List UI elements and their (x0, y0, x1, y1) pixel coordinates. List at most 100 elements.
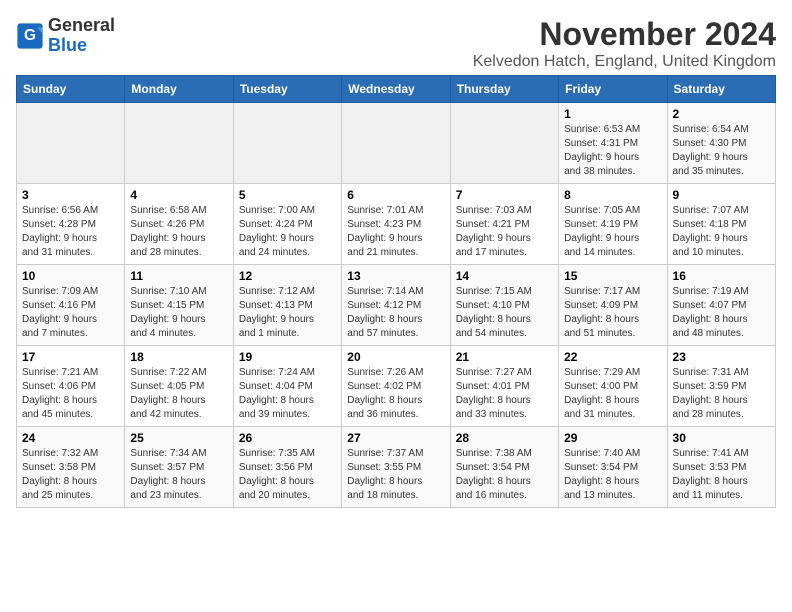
day-info: Sunrise: 7:32 AM Sunset: 3:58 PM Dayligh… (22, 447, 119, 503)
weekday-header-monday: Monday (125, 76, 233, 103)
calendar-cell: 9 Sunrise: 7:07 AM Sunset: 4:18 PM Daylig… (667, 184, 775, 265)
day-number: 13 (347, 269, 444, 283)
calendar-cell: 7Sunrise: 7:03 AM Sunset: 4:21 PM Daylig… (450, 184, 558, 265)
svg-text:G: G (24, 27, 36, 44)
calendar-cell: 17 Sunrise: 7:21 AM Sunset: 4:06 PM Dayli… (17, 346, 125, 427)
day-number: 6 (347, 188, 444, 202)
day-number: 1 (564, 107, 661, 121)
calendar-cell: 24 Sunrise: 7:32 AM Sunset: 3:58 PM Dayli… (17, 427, 125, 508)
weekday-header-thursday: Thursday (450, 76, 558, 103)
day-number: 2 (673, 107, 770, 121)
day-number: 8 (564, 188, 661, 202)
calendar-cell: 6 Sunrise: 7:01 AM Sunset: 4:23 PM Daylig… (342, 184, 450, 265)
calendar-cell: 26 Sunrise: 7:35 AM Sunset: 3:56 PM Dayli… (233, 427, 341, 508)
calendar-cell: 10 Sunrise: 7:09 AM Sunset: 4:16 PM Dayli… (17, 265, 125, 346)
calendar-cell: 11 Sunrise: 7:10 AM Sunset: 4:15 PM Dayli… (125, 265, 233, 346)
day-number: 22 (564, 350, 661, 364)
day-number: 9 (673, 188, 770, 202)
day-info: Sunrise: 7:19 AM Sunset: 4:07 PM Dayligh… (673, 285, 770, 341)
day-info: Sunrise: 7:12 AM Sunset: 4:13 PM Dayligh… (239, 285, 336, 341)
day-info: Sunrise: 7:15 AM Sunset: 4:10 PM Dayligh… (456, 285, 553, 341)
day-number: 21 (456, 350, 553, 364)
logo-blue-text: Blue (48, 35, 87, 55)
day-info: Sunrise: 7:31 AM Sunset: 3:59 PM Dayligh… (673, 366, 770, 422)
calendar-cell: 21 Sunrise: 7:27 AM Sunset: 4:01 PM Dayli… (450, 346, 558, 427)
day-info: Sunrise: 7:14 AM Sunset: 4:12 PM Dayligh… (347, 285, 444, 341)
day-number: 29 (564, 431, 661, 445)
day-number: 5 (239, 188, 336, 202)
calendar-cell: 14 Sunrise: 7:15 AM Sunset: 4:10 PM Dayli… (450, 265, 558, 346)
day-number: 10 (22, 269, 119, 283)
calendar-cell: 13 Sunrise: 7:14 AM Sunset: 4:12 PM Dayli… (342, 265, 450, 346)
calendar-cell: 8 Sunrise: 7:05 AM Sunset: 4:19 PM Daylig… (559, 184, 667, 265)
day-info: Sunrise: 7:29 AM Sunset: 4:00 PM Dayligh… (564, 366, 661, 422)
day-info: Sunrise: 6:56 AM Sunset: 4:28 PM Dayligh… (22, 204, 119, 260)
day-number: 25 (130, 431, 227, 445)
day-info: Sunrise: 7:38 AM Sunset: 3:54 PM Dayligh… (456, 447, 553, 503)
title-block: November 2024 Kelvedon Hatch, England, U… (473, 16, 776, 71)
calendar-cell: 19 Sunrise: 7:24 AM Sunset: 4:04 PM Dayli… (233, 346, 341, 427)
weekday-header-saturday: Saturday (667, 76, 775, 103)
day-number: 3 (22, 188, 119, 202)
day-number: 11 (130, 269, 227, 283)
day-info: Sunrise: 6:58 AM Sunset: 4:26 PM Dayligh… (130, 204, 227, 260)
location: Kelvedon Hatch, England, United Kingdom (473, 53, 776, 71)
weekday-header-sunday: Sunday (17, 76, 125, 103)
week-row-1: 1 Sunrise: 6:53 AM Sunset: 4:31 PM Daylig… (17, 103, 776, 184)
day-info: Sunrise: 7:00 AM Sunset: 4:24 PM Dayligh… (239, 204, 336, 260)
day-number: 30 (673, 431, 770, 445)
day-info: Sunrise: 7:05 AM Sunset: 4:19 PM Dayligh… (564, 204, 661, 260)
day-number: 14 (456, 269, 553, 283)
calendar-cell: 23 Sunrise: 7:31 AM Sunset: 3:59 PM Dayli… (667, 346, 775, 427)
day-info: Sunrise: 7:03 AM Sunset: 4:21 PM Dayligh… (456, 204, 553, 260)
day-info: Sunrise: 7:35 AM Sunset: 3:56 PM Dayligh… (239, 447, 336, 503)
day-info: Sunrise: 7:22 AM Sunset: 4:05 PM Dayligh… (130, 366, 227, 422)
logo-icon: G (16, 22, 44, 50)
calendar-cell: 20Sunrise: 7:26 AM Sunset: 4:02 PM Dayli… (342, 346, 450, 427)
day-number: 4 (130, 188, 227, 202)
calendar-cell: 22 Sunrise: 7:29 AM Sunset: 4:00 PM Dayli… (559, 346, 667, 427)
day-number: 20 (347, 350, 444, 364)
day-number: 24 (22, 431, 119, 445)
week-row-4: 17 Sunrise: 7:21 AM Sunset: 4:06 PM Dayli… (17, 346, 776, 427)
day-info: Sunrise: 6:53 AM Sunset: 4:31 PM Dayligh… (564, 123, 661, 179)
day-info: Sunrise: 7:09 AM Sunset: 4:16 PM Dayligh… (22, 285, 119, 341)
day-number: 27 (347, 431, 444, 445)
day-info: Sunrise: 7:21 AM Sunset: 4:06 PM Dayligh… (22, 366, 119, 422)
calendar-cell: 16 Sunrise: 7:19 AM Sunset: 4:07 PM Dayli… (667, 265, 775, 346)
weekday-header-tuesday: Tuesday (233, 76, 341, 103)
day-number: 16 (673, 269, 770, 283)
day-number: 19 (239, 350, 336, 364)
day-number: 28 (456, 431, 553, 445)
calendar: SundayMondayTuesdayWednesdayThursdayFrid… (16, 75, 776, 508)
day-info: Sunrise: 7:07 AM Sunset: 4:18 PM Dayligh… (673, 204, 770, 260)
calendar-cell: 1 Sunrise: 6:53 AM Sunset: 4:31 PM Daylig… (559, 103, 667, 184)
day-number: 26 (239, 431, 336, 445)
calendar-cell: 3 Sunrise: 6:56 AM Sunset: 4:28 PM Daylig… (17, 184, 125, 265)
day-info: Sunrise: 7:24 AM Sunset: 4:04 PM Dayligh… (239, 366, 336, 422)
calendar-cell: 5 Sunrise: 7:00 AM Sunset: 4:24 PM Daylig… (233, 184, 341, 265)
weekday-header-row: SundayMondayTuesdayWednesdayThursdayFrid… (17, 76, 776, 103)
day-info: Sunrise: 7:10 AM Sunset: 4:15 PM Dayligh… (130, 285, 227, 341)
week-row-5: 24 Sunrise: 7:32 AM Sunset: 3:58 PM Dayli… (17, 427, 776, 508)
day-info: Sunrise: 7:27 AM Sunset: 4:01 PM Dayligh… (456, 366, 553, 422)
calendar-cell (450, 103, 558, 184)
day-number: 15 (564, 269, 661, 283)
logo: G General Blue (16, 16, 115, 56)
day-info: Sunrise: 7:34 AM Sunset: 3:57 PM Dayligh… (130, 447, 227, 503)
day-number: 17 (22, 350, 119, 364)
week-row-3: 10 Sunrise: 7:09 AM Sunset: 4:16 PM Dayli… (17, 265, 776, 346)
logo-general-text: General (48, 15, 115, 35)
weekday-header-friday: Friday (559, 76, 667, 103)
calendar-cell: 15Sunrise: 7:17 AM Sunset: 4:09 PM Dayli… (559, 265, 667, 346)
day-number: 18 (130, 350, 227, 364)
weekday-header-wednesday: Wednesday (342, 76, 450, 103)
day-info: Sunrise: 7:01 AM Sunset: 4:23 PM Dayligh… (347, 204, 444, 260)
calendar-cell: 4 Sunrise: 6:58 AM Sunset: 4:26 PM Daylig… (125, 184, 233, 265)
calendar-cell: 27Sunrise: 7:37 AM Sunset: 3:55 PM Dayli… (342, 427, 450, 508)
calendar-cell: 12Sunrise: 7:12 AM Sunset: 4:13 PM Dayli… (233, 265, 341, 346)
day-info: Sunrise: 6:54 AM Sunset: 4:30 PM Dayligh… (673, 123, 770, 179)
calendar-cell (342, 103, 450, 184)
day-number: 23 (673, 350, 770, 364)
month-title: November 2024 (473, 16, 776, 53)
